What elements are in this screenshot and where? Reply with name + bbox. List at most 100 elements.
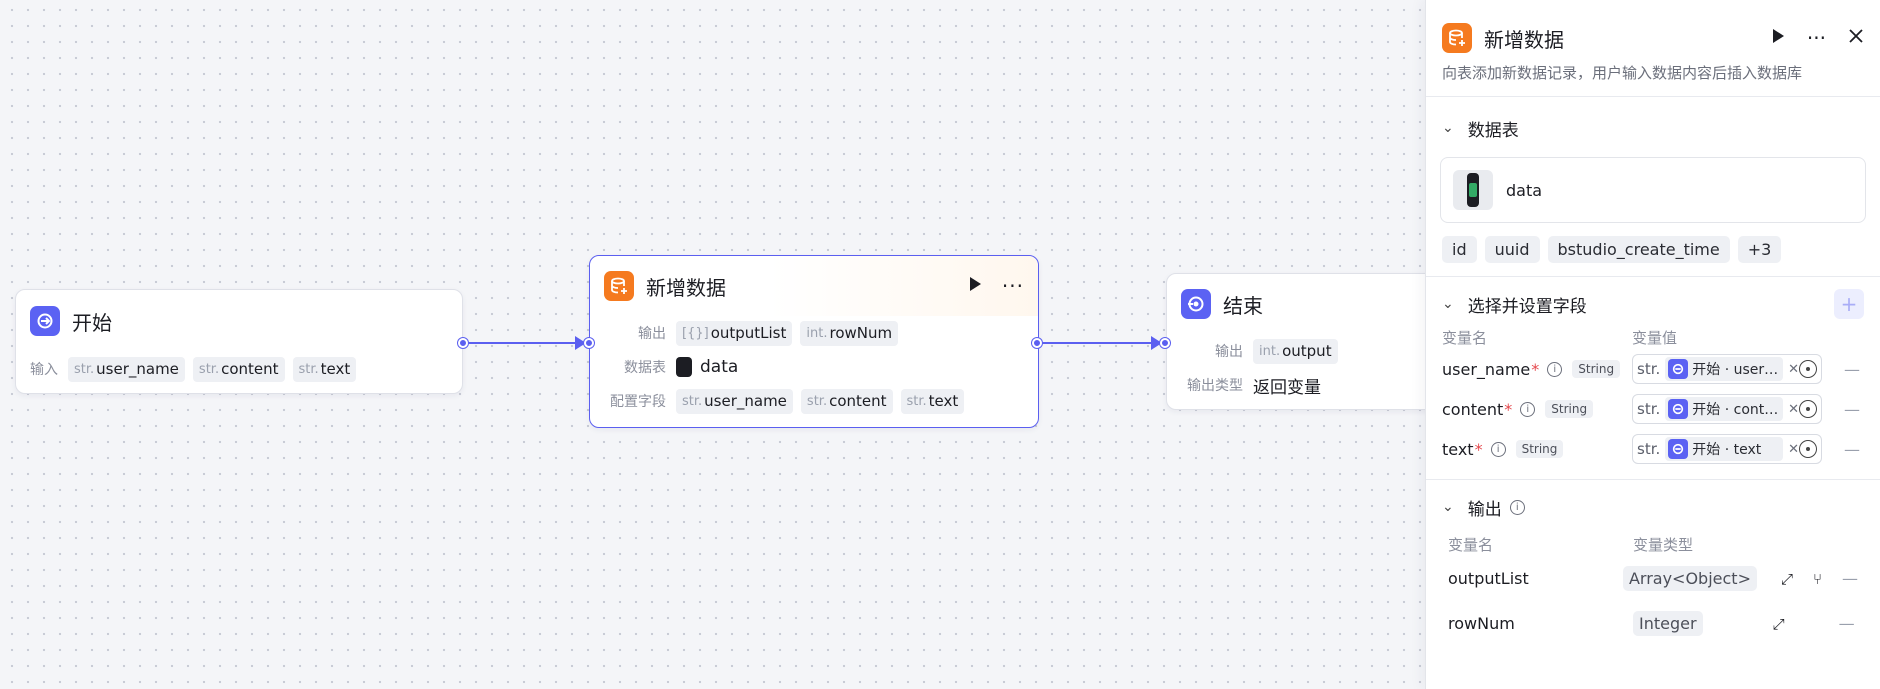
output-section-header[interactable]: ⌄ 输出 i — [1426, 492, 1880, 522]
end-node-title: 结束 — [1223, 293, 1263, 318]
input-var: str. text — [292, 356, 357, 382]
end-icon — [1181, 289, 1211, 319]
database-add-icon — [604, 271, 634, 301]
output-row: rowNum Integer ⤢ — — [1426, 601, 1880, 646]
minus-icon[interactable]: — — [1844, 440, 1860, 459]
column-chip: bstudio_create_time — [1547, 236, 1730, 263]
col-var-value: 变量值 — [1632, 328, 1678, 347]
more-columns-chip[interactable]: +3 — [1737, 236, 1782, 263]
target-icon[interactable] — [1799, 440, 1817, 458]
more-icon[interactable]: ··· — [1807, 26, 1826, 50]
table-columns: id uuid bstudio_create_time +3 — [1426, 236, 1880, 263]
output-name: outputList — [1448, 569, 1529, 588]
field-row: content * i String str. 开始 · content ✕ — — [1426, 389, 1880, 429]
expand-icon[interactable]: ⤢ — [1781, 570, 1793, 588]
output-label: 输出 — [1215, 344, 1243, 360]
start-node-output-port[interactable] — [458, 338, 468, 348]
field-value-input[interactable]: str. 开始 · user_name ✕ — [1632, 354, 1822, 384]
chevron-down-icon: ⌄ — [1442, 120, 1454, 136]
close-icon[interactable] — [1848, 28, 1864, 48]
output-type: Integer — [1633, 611, 1703, 636]
output-row: outputList Array<Object> ⤢ ⑂ — — [1426, 556, 1880, 601]
add-node-title: 新增数据 — [646, 275, 726, 300]
minus-icon[interactable]: — — [1844, 360, 1860, 379]
start-icon — [1668, 359, 1689, 379]
field-value-input[interactable]: str. 开始 · content ✕ — [1632, 394, 1822, 424]
minus-icon[interactable]: — — [1842, 569, 1858, 588]
field-name: text — [1442, 439, 1474, 459]
section-title: 选择并设置字段 — [1467, 296, 1587, 317]
play-icon[interactable] — [1771, 28, 1785, 48]
panel-description: 向表添加新数据记录，用户输入数据内容后插入数据库 — [1442, 64, 1803, 82]
col-var-name: 变量名 — [1442, 328, 1488, 347]
add-data-node[interactable]: 新增数据 ··· 输出 [{}] outputList int. rowNum 数据… — [589, 255, 1039, 428]
output-type: Array<Object> — [1622, 566, 1757, 591]
add-node-input-port[interactable] — [584, 338, 594, 348]
clear-icon[interactable]: ✕ — [1788, 402, 1799, 417]
chevron-down-icon: ⌄ — [1442, 296, 1454, 312]
output-var: [{}] outputList — [676, 320, 793, 346]
expand-icon[interactable]: ⤢ — [1773, 615, 1785, 633]
node-config-panel: 新增数据 ··· 向表添加新数据记录，用户输入数据内容后插入数据库 ⌄ 数据表 … — [1425, 0, 1880, 689]
info-icon[interactable]: i — [1520, 401, 1536, 417]
end-node[interactable]: 结束 输出 int. output 输出类型 返回变量 — [1166, 273, 1466, 410]
field-row: user_name*iString str. 开始 · user_name ✕ … — [1426, 349, 1880, 389]
column-chip: id — [1442, 236, 1477, 263]
table-section-header[interactable]: ⌄ 数据表 — [1426, 113, 1880, 143]
edge-add-to-end[interactable] — [1040, 342, 1152, 344]
field-type: String — [1572, 360, 1621, 378]
target-icon[interactable] — [1799, 400, 1817, 418]
field-type: String — [1515, 440, 1564, 458]
table-card[interactable]: data — [1440, 157, 1866, 223]
chevron-down-icon: ⌄ — [1442, 499, 1454, 515]
output-label: 输出 — [638, 326, 666, 342]
col-out-type: 变量类型 — [1633, 535, 1694, 554]
start-icon — [1668, 399, 1689, 419]
section-title: 数据表 — [1467, 120, 1519, 141]
section-title: 输出 — [1467, 499, 1502, 520]
column-chip: uuid — [1484, 236, 1540, 263]
target-icon[interactable] — [1799, 360, 1817, 378]
field-type: String — [1545, 400, 1594, 418]
branch-icon[interactable]: ⑂ — [1813, 570, 1822, 588]
fields-label: 配置字段 — [610, 394, 666, 410]
output-type-label: 输出类型 — [1187, 378, 1243, 394]
start-node-title: 开始 — [72, 310, 112, 335]
field-var: str. content — [800, 388, 893, 414]
output-type-value: 返回变量 — [1253, 377, 1321, 398]
clear-icon[interactable]: ✕ — [1788, 442, 1799, 457]
clear-icon[interactable]: ✕ — [1788, 362, 1799, 377]
output-name: rowNum — [1448, 614, 1515, 633]
field-name: content — [1442, 399, 1504, 419]
field-name: user_name — [1442, 359, 1531, 379]
database-add-icon — [1442, 23, 1472, 53]
divider — [1426, 96, 1880, 97]
field-var: str. text — [900, 388, 965, 414]
info-icon[interactable]: i — [1509, 499, 1525, 515]
end-node-input-port[interactable] — [1160, 338, 1170, 348]
input-var: str. user_name — [68, 356, 185, 382]
start-node[interactable]: 开始 输入 str. user_name str. content str. text — [15, 289, 463, 394]
info-icon[interactable]: i — [1490, 441, 1506, 457]
field-value-input[interactable]: str. 开始 · text ✕ — [1632, 434, 1822, 464]
minus-icon[interactable]: — — [1844, 400, 1860, 419]
output-var: int. rowNum — [800, 320, 899, 346]
panel-title: 新增数据 — [1484, 27, 1564, 52]
table-value: data — [700, 357, 739, 377]
output-var: int. output — [1253, 338, 1338, 364]
add-node-output-port[interactable] — [1032, 338, 1042, 348]
col-out-name: 变量名 — [1448, 535, 1494, 554]
more-icon[interactable]: ··· — [1002, 274, 1024, 298]
fields-section-header[interactable]: ⌄ 选择并设置字段 + — [1426, 289, 1880, 319]
field-row: text * i String str. 开始 · text ✕ — — [1426, 429, 1880, 469]
info-icon[interactable]: i — [1547, 361, 1563, 377]
table-thumbnail-icon — [1453, 170, 1493, 210]
edge-start-to-add[interactable] — [468, 342, 576, 344]
add-field-button[interactable]: + — [1834, 289, 1864, 319]
input-label: 输入 — [30, 362, 58, 378]
play-icon[interactable] — [968, 276, 982, 296]
start-icon — [1668, 439, 1689, 459]
table-label: 数据表 — [624, 360, 666, 376]
field-var: str. user_name — [676, 388, 793, 414]
minus-icon[interactable]: — — [1839, 614, 1855, 633]
